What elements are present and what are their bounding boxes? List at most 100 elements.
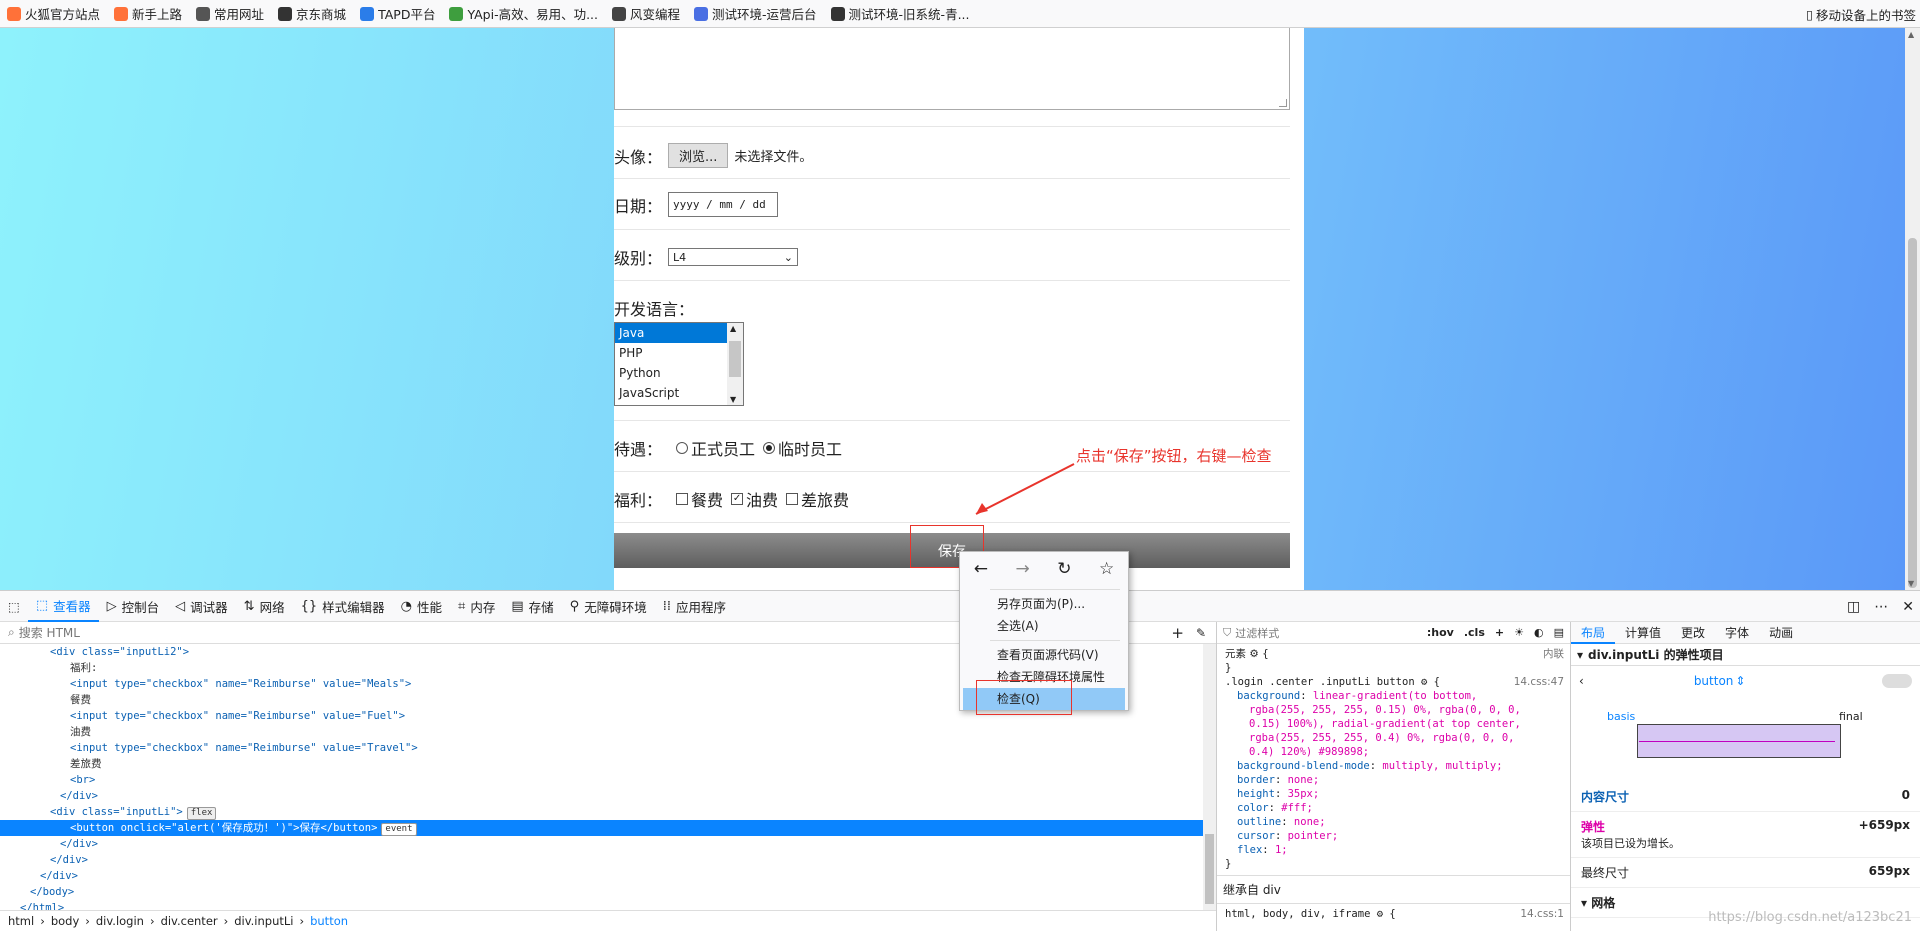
resize-grip-icon[interactable] — [1279, 99, 1287, 107]
css-declaration[interactable]: border: none; — [1217, 773, 1570, 787]
css-declaration[interactable]: 0.4) 120%) #989898; — [1217, 745, 1570, 759]
item-select[interactable]: button — [1694, 674, 1734, 688]
bookmark-item[interactable]: TAPD平台 — [353, 0, 442, 28]
css-declaration[interactable]: rgba(255, 255, 255, 0.4) 0%, rgba(0, 0, … — [1217, 731, 1570, 745]
devtools-tab[interactable]: ⇅ 网络 — [236, 590, 293, 622]
devtools-tab[interactable]: ▤ 存储 — [503, 590, 561, 622]
browse-button[interactable]: 浏览... — [668, 143, 729, 168]
benefit-checkbox[interactable] — [676, 493, 689, 505]
devtools-tab[interactable]: ⁞⁞ 应用程序 — [655, 590, 734, 622]
devtools-tab[interactable]: ▷ 控制台 — [99, 590, 168, 622]
language-option[interactable]: Java — [615, 323, 729, 343]
search-input[interactable]: 搜索 HTML — [19, 624, 80, 641]
language-option[interactable]: JavaScript — [615, 383, 729, 403]
treatment-radio[interactable] — [763, 442, 776, 454]
pick-element-icon[interactable]: ⬚ — [0, 590, 28, 622]
css-declaration[interactable]: cursor: pointer; — [1217, 829, 1570, 843]
forward-icon[interactable]: → — [1016, 559, 1030, 579]
css-declaration[interactable]: background-blend-mode: multiply, multipl… — [1217, 759, 1570, 773]
markup-line[interactable]: 差旅费 — [0, 756, 1203, 772]
context-menu-item[interactable]: 查看页面源代码(V) — [963, 644, 1125, 666]
css-declaration[interactable]: color: #fff; — [1217, 801, 1570, 815]
bookmark-item[interactable]: 风变编程 — [605, 0, 687, 28]
level-select[interactable]: L4 ⌄ — [668, 248, 799, 266]
chevron-left-icon[interactable]: ‹ — [1579, 674, 1584, 688]
benefit-checkbox[interactable]: ✓ — [731, 493, 744, 505]
scroll-thumb[interactable] — [729, 341, 741, 377]
bookmark-item[interactable]: 京东商城 — [271, 0, 353, 28]
treatment-radio[interactable] — [676, 442, 689, 454]
textarea[interactable] — [614, 28, 1290, 110]
css-declaration[interactable]: background: linear-gradient(to bottom, — [1217, 689, 1570, 703]
markup-line[interactable]: <input type="checkbox" name="Reimburse" … — [0, 740, 1203, 756]
markup-badge[interactable]: flex — [186, 807, 217, 820]
markup-scrollbar[interactable] — [1203, 644, 1216, 910]
breadcrumb-item[interactable]: div.login — [96, 914, 144, 928]
mobile-bookmarks[interactable]: ▯ 移动设备上的书签 — [1806, 0, 1916, 28]
scroll-up-icon[interactable]: ▲ — [730, 324, 736, 333]
css-declaration[interactable]: rgba(255, 255, 255, 0.15) 0%, rgba(0, 0,… — [1217, 703, 1570, 717]
bookmark-item[interactable]: 新手上路 — [107, 0, 189, 28]
markup-line[interactable]: </div> — [0, 788, 1203, 804]
breadcrumb-item[interactable]: div.inputLi — [234, 914, 293, 928]
listbox-scrollbar[interactable]: ▲ ▼ — [727, 323, 743, 405]
close-icon[interactable]: ✕ — [1902, 599, 1914, 615]
filter-styles-input[interactable]: 过滤样式 — [1235, 625, 1279, 641]
css-declaration[interactable]: height: 35px; — [1217, 787, 1570, 801]
eyedropper-icon[interactable]: ✎ — [1196, 626, 1206, 640]
markup-line[interactable]: </html> — [0, 900, 1203, 910]
scroll-up-icon[interactable]: ▲ — [1908, 30, 1914, 39]
markup-line[interactable]: <div class="inputLi"> flex — [0, 804, 1203, 820]
language-option[interactable]: Python — [615, 363, 729, 383]
breadcrumb-item[interactable]: button — [310, 914, 348, 928]
scroll-thumb[interactable] — [1205, 834, 1214, 904]
markup-line[interactable]: <button onclick="alert('保存成功！')">保存</but… — [0, 820, 1203, 836]
devtools-tab[interactable]: ⚲ 无障碍环境 — [562, 590, 655, 622]
context-menu-item[interactable]: 另存页面为(P)... — [963, 593, 1125, 615]
inherited-source[interactable]: 14.css:1 — [1520, 907, 1570, 921]
layout-tab[interactable]: 布局 — [1571, 622, 1616, 644]
reload-icon[interactable]: ↻ — [1057, 559, 1071, 579]
highlight-toggle[interactable] — [1882, 674, 1912, 688]
markup-line[interactable]: </body> — [0, 884, 1203, 900]
bookmark-star-icon[interactable]: ☆ — [1099, 559, 1114, 579]
markup-line[interactable]: </div> — [0, 852, 1203, 868]
bookmark-item[interactable]: 常用网址 — [189, 0, 271, 28]
layout-tab[interactable]: 动画 — [1759, 622, 1803, 644]
devtools-tab[interactable]: ⌗ 内存 — [450, 590, 503, 622]
language-option[interactable]: PHP — [615, 343, 729, 363]
dark-mode-icon[interactable]: ◐ — [1534, 626, 1544, 639]
benefit-checkbox[interactable] — [786, 493, 799, 505]
page-scrollbar[interactable]: ▲ ▼ — [1905, 28, 1920, 590]
breadcrumb-item[interactable]: div.center — [161, 914, 218, 928]
bookmark-item[interactable]: 火狐官方站点 — [0, 0, 107, 28]
scroll-down-icon[interactable]: ▼ — [730, 395, 736, 404]
light-mode-icon[interactable]: ☀ — [1514, 626, 1524, 639]
css-declaration[interactable]: 0.15) 100%), radial-gradient(at top cent… — [1217, 717, 1570, 731]
markup-line[interactable]: </div> — [0, 868, 1203, 884]
rule-selector[interactable]: .login .center .inputLi button — [1225, 676, 1415, 688]
dock-icon[interactable]: ◫ — [1847, 599, 1860, 615]
date-input[interactable]: yyyy / mm / dd — [668, 192, 779, 217]
bookmark-item[interactable]: 测试环境-运营后台 — [687, 0, 824, 28]
flex-item-header[interactable]: ▾ div.inputLi 的弹性项目 — [1571, 644, 1920, 666]
markup-line[interactable]: <br> — [0, 772, 1203, 788]
language-listbox[interactable]: Java PHP Python JavaScript ▲ ▼ — [614, 322, 744, 406]
more-icon[interactable]: ⋯ — [1874, 599, 1888, 615]
inherited-selector[interactable]: html, body, div, iframe — [1225, 908, 1370, 920]
breadcrumb-item[interactable]: body — [51, 914, 79, 928]
devtools-tab[interactable]: ⬚ 查看器 — [27, 590, 99, 622]
markup-line[interactable]: 油费 — [0, 724, 1203, 740]
back-icon[interactable]: ← — [974, 559, 988, 579]
cls-toggle[interactable]: .cls — [1464, 626, 1485, 639]
add-node-icon[interactable]: + — [1171, 624, 1184, 642]
bookmark-item[interactable]: 测试环境-旧系统-青... — [824, 0, 977, 28]
layout-tab[interactable]: 字体 — [1715, 622, 1759, 644]
bookmark-item[interactable]: YApi-高效、易用、功... — [442, 0, 605, 28]
markup-badge[interactable]: event — [381, 823, 417, 836]
breadcrumb-item[interactable]: html — [8, 914, 34, 928]
hov-toggle[interactable]: :hov — [1427, 626, 1454, 639]
css-declaration[interactable]: flex: 1; — [1217, 843, 1570, 857]
layout-tab[interactable]: 更改 — [1671, 622, 1715, 644]
scroll-down-icon[interactable]: ▼ — [1908, 579, 1914, 588]
